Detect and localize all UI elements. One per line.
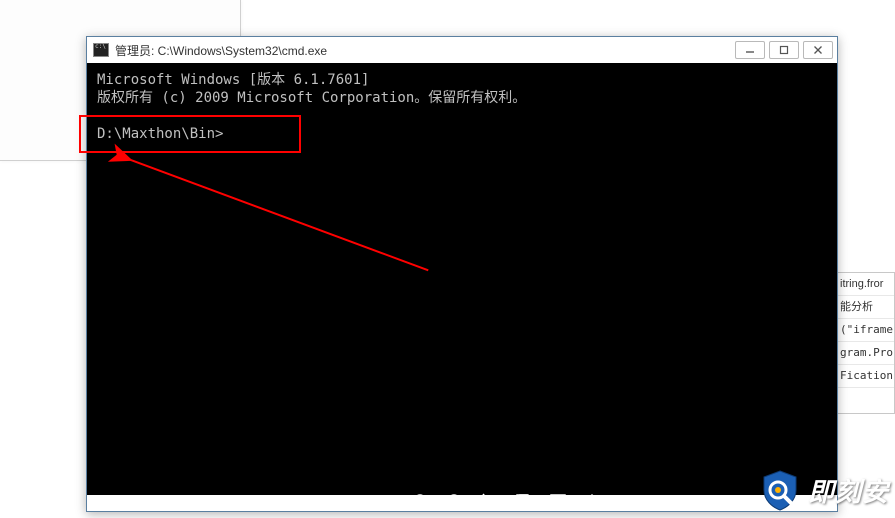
watermark: 即刻安 <box>758 468 889 512</box>
watermark-text: 即刻安 <box>808 472 889 509</box>
maximize-button[interactable] <box>769 41 799 59</box>
panel-row: gram.Pro <box>838 342 894 365</box>
zoom-ratio: 1:1 <box>304 495 330 510</box>
close-button[interactable] <box>803 41 833 59</box>
actual-size-icon[interactable] <box>344 492 364 512</box>
rotate-icon[interactable] <box>480 492 500 512</box>
watermark-logo-icon <box>758 468 802 512</box>
cmd-window: 管理员: C:\Windows\System32\cmd.exe Microso… <box>86 36 838 512</box>
bookmark-icon[interactable] <box>548 492 568 512</box>
minimize-button[interactable] <box>735 41 765 59</box>
share-icon[interactable] <box>582 492 602 512</box>
zoom-in-icon[interactable] <box>412 492 432 512</box>
panel-row: 能分析 <box>838 296 894 319</box>
cmd-line: Microsoft Windows [版本 6.1.7601] <box>97 72 369 88</box>
fit-screen-icon[interactable] <box>378 492 398 512</box>
panel-row: itring.fror <box>838 273 894 296</box>
panel-row: Fication, <box>838 365 894 388</box>
right-side-panel: itring.fror 能分析 ("iframe gram.Pro Ficati… <box>837 272 895 414</box>
save-icon[interactable] <box>514 492 534 512</box>
editor-toolbar: 1:1 <box>304 486 602 518</box>
zoom-out-icon[interactable] <box>446 492 466 512</box>
window-title: 管理员: C:\Windows\System32\cmd.exe <box>115 42 729 59</box>
cmd-icon <box>93 43 109 57</box>
panel-row: ("iframe <box>838 319 894 342</box>
window-controls <box>735 41 833 59</box>
cmd-titlebar[interactable]: 管理员: C:\Windows\System32\cmd.exe <box>87 37 837 63</box>
cmd-line: 版权所有 (c) 2009 Microsoft Corporation。保留所有… <box>97 90 526 106</box>
cmd-output-area[interactable]: Microsoft Windows [版本 6.1.7601] 版权所有 (c)… <box>87 63 837 495</box>
cmd-prompt: D:\Maxthon\Bin> <box>97 126 223 142</box>
